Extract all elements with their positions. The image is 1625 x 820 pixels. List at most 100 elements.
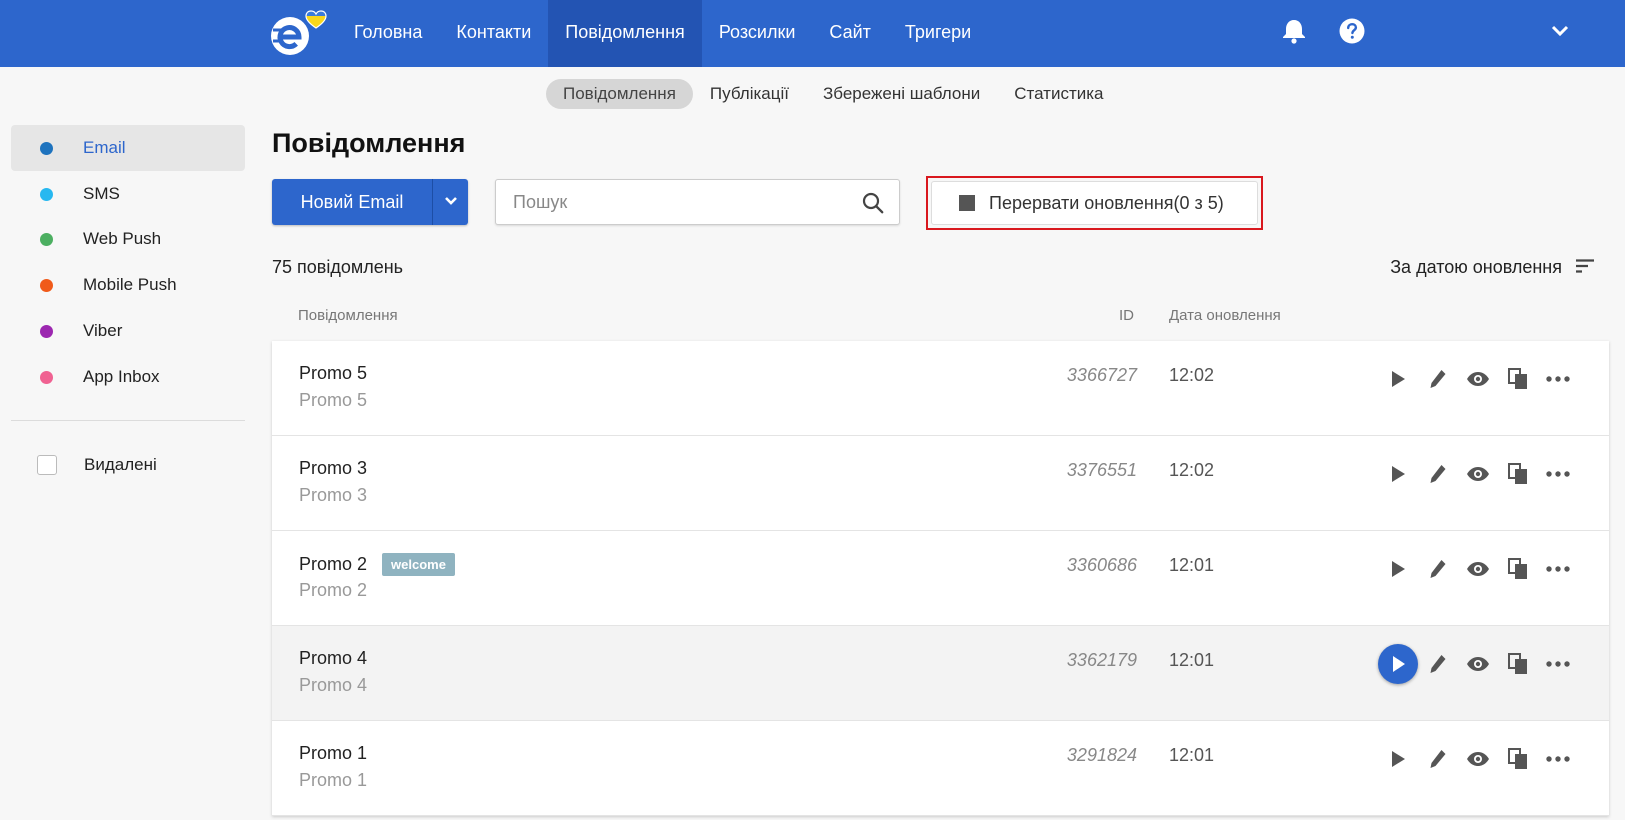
column-header-message: Повідомлення xyxy=(298,307,398,324)
bell-icon[interactable] xyxy=(1279,16,1309,46)
sidebar-item-label: Viber xyxy=(83,321,123,340)
help-icon[interactable] xyxy=(1337,16,1367,46)
message-row[interactable]: Promo 5 Promo 5 3366727 12:02 xyxy=(272,341,1609,436)
message-list: Promo 5 Promo 5 3366727 12:02 Promo 3 Pr… xyxy=(272,341,1609,816)
subnav-publications[interactable]: Публікації xyxy=(693,79,806,109)
row-actions xyxy=(1378,549,1578,589)
sidebar-item-deleted[interactable]: Видалені xyxy=(11,442,245,488)
search-box xyxy=(495,179,900,225)
sidebar-item-label: Mobile Push xyxy=(83,275,177,294)
search-icon[interactable] xyxy=(862,192,884,219)
chevron-down-icon xyxy=(444,193,458,211)
new-email-button[interactable]: Новий Email xyxy=(272,179,432,225)
search-input[interactable] xyxy=(496,180,836,224)
preview-eye-icon[interactable] xyxy=(1458,644,1498,684)
message-name[interactable]: Promo 4 xyxy=(299,648,367,669)
top-navbar: Головна Контакти Повідомлення Розсилки С… xyxy=(0,0,1625,67)
copy-icon[interactable] xyxy=(1498,644,1538,684)
copy-icon[interactable] xyxy=(1498,549,1538,589)
sidebar-item-label: Web Push xyxy=(83,229,162,248)
nav-messages[interactable]: Повідомлення xyxy=(548,0,702,67)
channel-dot-icon xyxy=(40,370,53,384)
row-actions xyxy=(1378,644,1578,684)
abort-update-label: Перервати оновлення(0 з 5) xyxy=(989,192,1224,213)
nav-contacts[interactable]: Контакти xyxy=(439,0,548,67)
sub-nav: Повідомлення Публікації Збережені шаблон… xyxy=(546,79,1121,109)
app-logo[interactable] xyxy=(268,8,338,58)
play-icon[interactable] xyxy=(1378,644,1418,684)
subnav-saved-templates[interactable]: Збережені шаблони xyxy=(806,79,997,109)
sidebar-divider xyxy=(11,420,245,421)
nav-home[interactable]: Головна xyxy=(337,0,439,67)
sort-control[interactable]: За датою оновлення xyxy=(1390,257,1594,278)
preview-eye-icon[interactable] xyxy=(1458,454,1498,494)
message-subject: Promo 3 xyxy=(299,485,368,505)
row-actions xyxy=(1378,739,1578,779)
sort-label: За датою оновлення xyxy=(1390,257,1562,277)
edit-icon[interactable] xyxy=(1418,454,1458,494)
more-options-icon[interactable] xyxy=(1538,454,1578,494)
channel-dot-icon xyxy=(40,278,53,292)
chevron-down-icon[interactable] xyxy=(1545,16,1575,46)
new-email-dropdown-button[interactable] xyxy=(432,179,468,225)
column-header-id: ID xyxy=(1119,307,1134,324)
sidebar-item-viber[interactable]: Viber xyxy=(11,308,245,354)
message-id: 3366727 xyxy=(1066,365,1137,385)
message-id: 3291824 xyxy=(1066,745,1137,765)
new-email-split-button: Новий Email xyxy=(272,179,468,225)
edit-icon[interactable] xyxy=(1418,644,1458,684)
copy-icon[interactable] xyxy=(1498,359,1538,399)
message-subject: Promo 4 xyxy=(299,675,368,695)
subnav-statistics[interactable]: Статистика xyxy=(997,79,1120,109)
sidebar-item-email[interactable]: Email xyxy=(11,125,245,171)
page-title: Повідомлення xyxy=(272,128,466,158)
message-name[interactable]: Promo 2 xyxy=(299,554,367,575)
more-options-icon[interactable] xyxy=(1538,359,1578,399)
deleted-checkbox[interactable] xyxy=(37,455,57,475)
nav-triggers[interactable]: Тригери xyxy=(888,0,988,67)
copy-icon[interactable] xyxy=(1498,454,1538,494)
copy-icon[interactable] xyxy=(1498,739,1538,779)
nav-campaigns[interactable]: Розсилки xyxy=(702,0,813,67)
play-icon[interactable] xyxy=(1378,739,1418,779)
sidebar-item-mobile-push[interactable]: Mobile Push xyxy=(11,262,245,308)
channel-dot-icon xyxy=(40,187,53,201)
message-date: 12:01 xyxy=(1169,650,1215,670)
message-row[interactable]: Promo 3 Promo 3 3376551 12:02 xyxy=(272,436,1609,531)
message-date: 12:02 xyxy=(1169,460,1215,480)
sidebar-item-web-push[interactable]: Web Push xyxy=(11,216,245,262)
tag-badge[interactable]: welcome xyxy=(382,553,455,576)
sidebar-item-app-inbox[interactable]: App Inbox xyxy=(11,354,245,400)
more-options-icon[interactable] xyxy=(1538,549,1578,589)
message-name[interactable]: Promo 1 xyxy=(299,743,367,764)
play-icon[interactable] xyxy=(1378,454,1418,494)
more-options-icon[interactable] xyxy=(1538,644,1578,684)
sidebar-item-sms[interactable]: SMS xyxy=(11,171,245,217)
preview-eye-icon[interactable] xyxy=(1458,549,1498,589)
message-id: 3376551 xyxy=(1066,460,1137,480)
row-actions xyxy=(1378,454,1578,494)
nav-site[interactable]: Сайт xyxy=(812,0,888,67)
channel-dot-icon xyxy=(40,324,53,338)
message-name[interactable]: Promo 3 xyxy=(299,458,367,479)
column-header-date: Дата оновлення xyxy=(1169,307,1281,324)
message-row[interactable]: Promo 2 welcome Promo 2 3360686 12:01 xyxy=(272,531,1609,626)
sidebar-item-label: SMS xyxy=(83,184,120,203)
play-icon[interactable] xyxy=(1378,549,1418,589)
preview-eye-icon[interactable] xyxy=(1458,359,1498,399)
subnav-messages[interactable]: Повідомлення xyxy=(546,79,693,109)
stop-icon xyxy=(959,195,975,211)
preview-eye-icon[interactable] xyxy=(1458,739,1498,779)
abort-update-button[interactable]: Перервати оновлення(0 з 5) xyxy=(931,181,1258,225)
more-options-icon[interactable] xyxy=(1538,739,1578,779)
edit-icon[interactable] xyxy=(1418,549,1458,589)
message-row[interactable]: Promo 1 Promo 1 3291824 12:01 xyxy=(272,721,1609,816)
edit-icon[interactable] xyxy=(1418,359,1458,399)
edit-icon[interactable] xyxy=(1418,739,1458,779)
play-icon[interactable] xyxy=(1378,359,1418,399)
message-row[interactable]: Promo 4 Promo 4 3362179 12:01 xyxy=(272,626,1609,721)
message-subject: Promo 2 xyxy=(299,580,368,600)
sidebar-item-label: App Inbox xyxy=(83,367,160,386)
message-subject: Promo 5 xyxy=(299,390,368,410)
message-name[interactable]: Promo 5 xyxy=(299,363,367,384)
